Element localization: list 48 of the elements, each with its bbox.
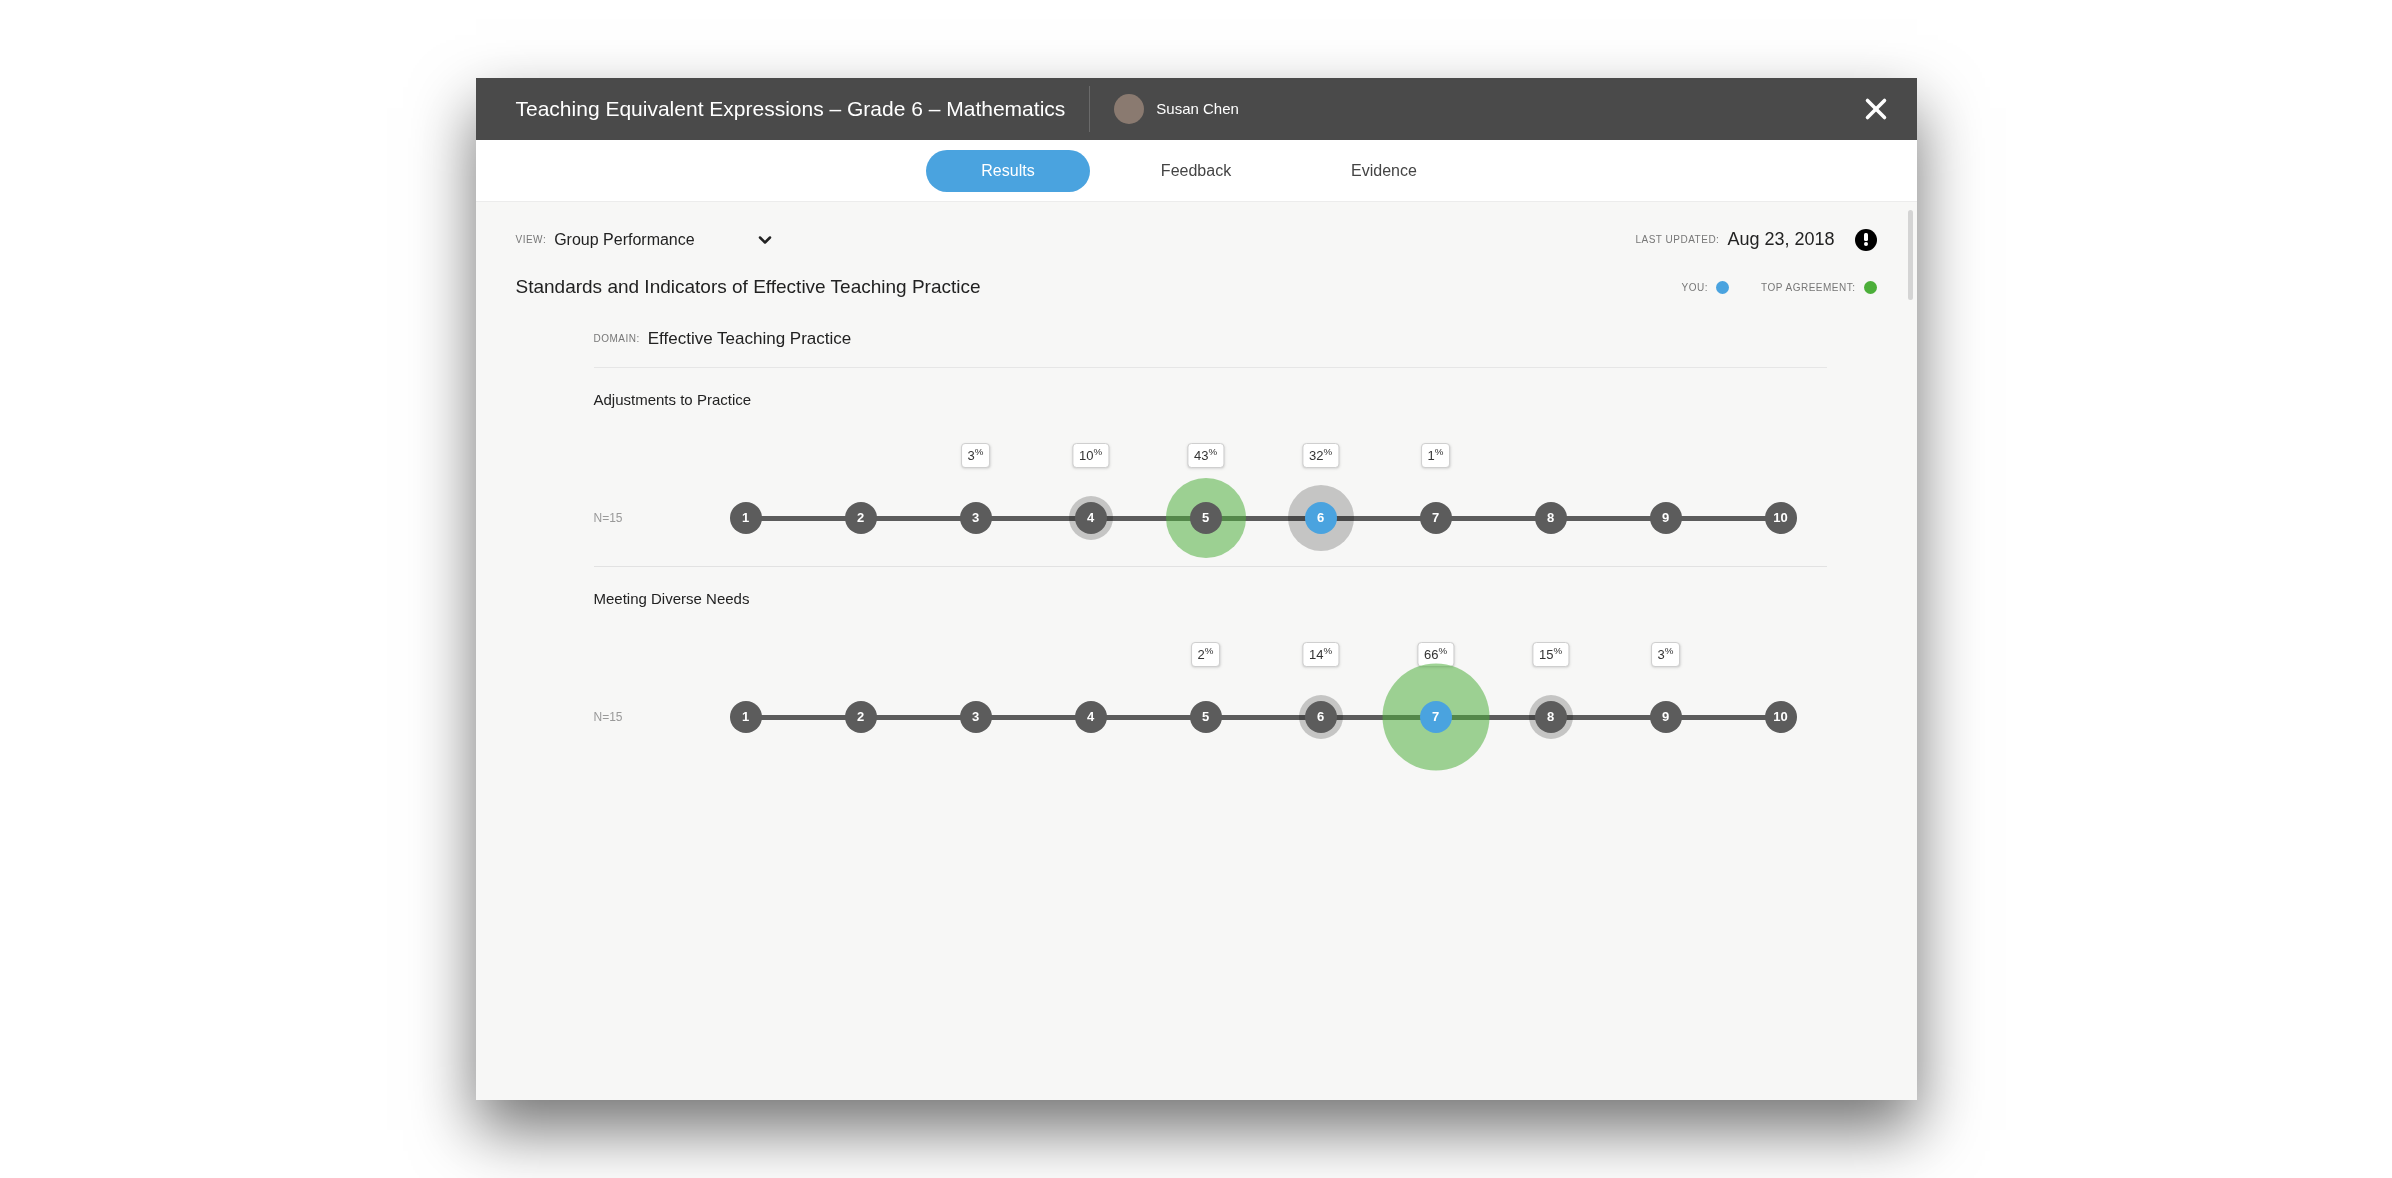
percent-callout: 10$^{%}$: [1071, 442, 1110, 468]
scale-point[interactable]: 2: [844, 502, 877, 534]
scale-point[interactable]: 10: [1764, 701, 1797, 733]
indicator-title: Adjustments to Practice: [593, 391, 752, 408]
percent-callout: 66$^{%}$: [1416, 641, 1455, 667]
scale-point[interactable]: 9: [1649, 701, 1682, 733]
window-title: Teaching Equivalent Expressions – Grade 6 – Mathematics: [515, 96, 1066, 123]
scale-point[interactable]: 2: [844, 701, 877, 733]
scale-point[interactable]: 8: [1534, 502, 1567, 534]
scale-point[interactable]: 7: [1419, 502, 1452, 534]
percent-callout: 3$^{%}$: [960, 442, 991, 468]
scale-point[interactable]: 3: [959, 701, 992, 733]
tab[interactable]: Evidence: [1302, 149, 1466, 192]
last-updated-label: LAST UPDATED:: [1635, 233, 1720, 247]
legend-label: TOP AGREEMENT:: [1761, 280, 1856, 295]
indicator-title: Meeting Diverse Needs: [593, 590, 750, 607]
domain-label: DOMAIN:: [593, 331, 640, 346]
tab[interactable]: Feedback: [1114, 149, 1278, 192]
scale-point[interactable]: 10: [1764, 502, 1797, 534]
last-updated-date: Aug 23, 2018: [1727, 228, 1835, 251]
domain-value: Effective Teaching Practice: [647, 327, 852, 350]
respondent-count: N=15: [593, 510, 624, 527]
view-dropdown[interactable]: Group Performance: [554, 227, 775, 252]
scrollbar-thumb[interactable]: [1907, 210, 1913, 300]
percent-callout: 15$^{%}$: [1531, 641, 1570, 667]
percent-callout: 43$^{%}$: [1186, 442, 1225, 468]
view-label: VIEW:: [515, 233, 547, 247]
avatar-icon: [1114, 94, 1145, 124]
scale-point[interactable]: 3: [959, 502, 992, 534]
percent-callout: 1$^{%}$: [1420, 442, 1451, 468]
percent-callout: 3$^{%}$: [1650, 641, 1681, 667]
alert-icon[interactable]: [1854, 228, 1877, 251]
scale-point[interactable]: 5: [1189, 701, 1222, 733]
scale-point[interactable]: 4: [1074, 502, 1107, 534]
scale-point[interactable]: 9: [1649, 502, 1682, 534]
percent-callout: 2$^{%}$: [1190, 641, 1221, 667]
legend-label: YOU:: [1681, 280, 1709, 295]
scale-point[interactable]: 8: [1534, 701, 1567, 733]
scale-point[interactable]: 4: [1074, 701, 1107, 733]
section-heading: Standards and Indicators of Effective Teaching Practice: [515, 275, 981, 299]
percent-callout: 14$^{%}$: [1301, 641, 1340, 667]
respondent-count: N=15: [593, 709, 624, 726]
user-name: Susan Chen: [1156, 98, 1239, 119]
scale-point[interactable]: 5: [1189, 502, 1222, 534]
scale-point[interactable]: 1: [729, 701, 762, 733]
scale-point[interactable]: 1: [729, 502, 762, 534]
percent-callout: 32$^{%}$: [1301, 442, 1340, 468]
scale-point[interactable]: 6: [1304, 701, 1337, 733]
